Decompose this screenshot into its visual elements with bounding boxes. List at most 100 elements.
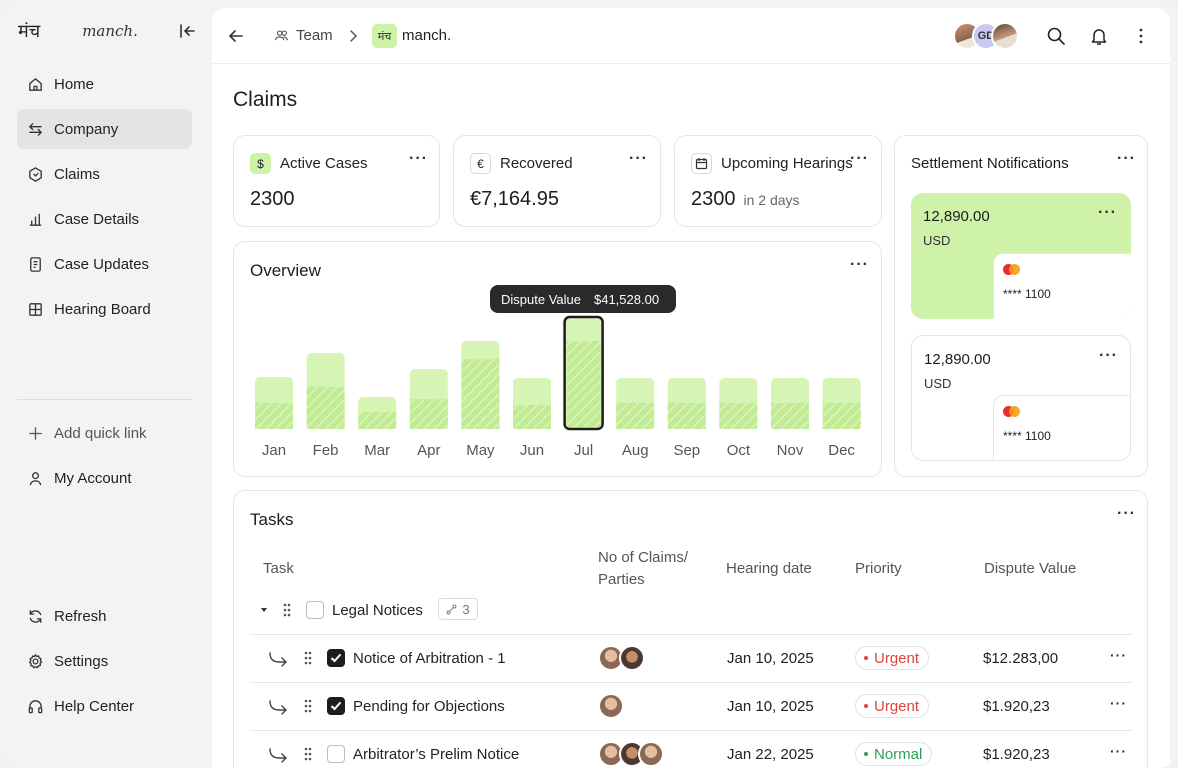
sidebar-item-help-center[interactable]: Help Center (17, 686, 192, 726)
subtask-count-badge[interactable]: 3 (438, 598, 478, 620)
top-bar: Team मंच manch. GD (212, 8, 1170, 64)
priority-badge: Normal (855, 742, 933, 766)
x-tick-label: Feb (313, 442, 339, 459)
payment-currency: USD (923, 233, 951, 248)
sidebar-item-home[interactable]: Home (17, 64, 192, 104)
avatar-group[interactable]: GD (953, 22, 1023, 50)
collapse-sidebar-icon[interactable] (178, 21, 198, 41)
bar-inner-may (461, 359, 500, 429)
payment-amount: 12,890.00 (923, 208, 990, 225)
drag-handle-icon[interactable] (303, 650, 313, 666)
row-divider (250, 634, 1132, 635)
team-icon (274, 30, 289, 41)
sidebar-item-case-details[interactable]: Case Details (17, 199, 192, 239)
subtask-arrow-icon (269, 652, 287, 667)
more-icon[interactable]: ··· (1098, 205, 1117, 221)
stat-card-upcoming-hearings: Upcoming Hearings ··· 2300 in 2 days (674, 135, 882, 227)
mastercard-icon (1003, 264, 1021, 276)
avatar (619, 645, 645, 671)
column-header-claims[interactable]: No of Claims/ Parties (598, 547, 708, 591)
bar-inner-oct (719, 403, 758, 429)
x-tick-label: Jun (520, 442, 544, 459)
payment-currency: USD (924, 376, 952, 391)
tasks-title: Tasks (250, 510, 294, 529)
stat-label: Active Cases (280, 155, 368, 172)
tooltip-value: $41,528.00 (593, 291, 660, 307)
settlement-notifications-card: Settlement Notifications ··· 12,890.00 U… (894, 135, 1148, 477)
column-header-hearing-date[interactable]: Hearing date (726, 558, 812, 580)
more-vertical-icon[interactable] (1131, 26, 1151, 46)
payment-card[interactable]: 12,890.00 USD ··· **** 1100 (911, 193, 1131, 319)
task-checkbox[interactable] (327, 649, 345, 667)
stat-value: €7,164.95 (470, 188, 559, 210)
x-tick-label: Jan (262, 442, 286, 459)
sidebar-item-refresh[interactable]: Refresh (17, 596, 192, 636)
card-number: **** 1100 (1003, 429, 1051, 443)
bar-chart-icon (29, 213, 42, 226)
bar-inner-dec (822, 403, 861, 429)
payment-card[interactable]: 12,890.00 USD ··· **** 1100 (911, 335, 1131, 461)
task-checkbox[interactable] (327, 745, 345, 763)
user-icon (29, 471, 42, 485)
column-header-priority[interactable]: Priority (855, 558, 902, 580)
group-checkbox[interactable] (306, 601, 324, 619)
more-icon[interactable]: ··· (1117, 506, 1136, 522)
hearing-date: Jan 10, 2025 (727, 650, 814, 667)
priority-badge: Urgent (855, 694, 930, 718)
search-icon[interactable] (1046, 26, 1066, 46)
sidebar-item-claims[interactable]: Claims (17, 154, 192, 194)
row-divider (250, 682, 1132, 683)
bell-icon[interactable] (1089, 26, 1109, 46)
row-more-icon[interactable]: ··· (1110, 647, 1127, 663)
bar-inner-nov (771, 403, 809, 429)
mastercard-icon (1003, 406, 1021, 418)
more-icon[interactable]: ··· (1117, 151, 1136, 167)
row-more-icon[interactable]: ··· (1110, 743, 1127, 759)
breadcrumb-team[interactable]: Team (274, 27, 333, 44)
settlement-title: Settlement Notifications (911, 155, 1069, 172)
more-icon[interactable]: ··· (850, 151, 869, 167)
drag-handle-icon[interactable] (303, 746, 313, 762)
breadcrumb-company[interactable]: manch. (402, 27, 451, 44)
more-icon[interactable]: ··· (1099, 348, 1118, 364)
x-tick-label: Aug (622, 442, 649, 459)
sidebar-item-label: Help Center (54, 697, 135, 715)
back-arrow-icon[interactable] (226, 26, 246, 46)
stat-value: 2300 (250, 188, 295, 210)
sidebar-item-label: Hearing Board (54, 300, 151, 318)
sidebar-item-my-account[interactable]: My Account (17, 458, 192, 498)
bar-inner-apr (409, 399, 448, 429)
priority-label: Normal (874, 745, 923, 763)
chevron-right-icon (350, 30, 358, 42)
sidebar-item-label: Case Details (54, 210, 140, 228)
document-icon (30, 256, 41, 272)
sidebar-item-hearing-board[interactable]: Hearing Board (17, 289, 192, 329)
more-icon[interactable]: ··· (629, 151, 648, 167)
drag-handle-icon[interactable] (282, 602, 292, 618)
column-header-task[interactable]: Task (263, 558, 294, 580)
row-more-icon[interactable]: ··· (1110, 695, 1127, 711)
task-checkbox[interactable] (327, 697, 345, 715)
bar-inner-feb (306, 387, 345, 429)
subtask-arrow-icon (269, 748, 287, 763)
more-icon[interactable]: ··· (409, 151, 428, 167)
x-tick-label: Dec (828, 442, 855, 459)
column-header-dispute-value[interactable]: Dispute Value (984, 558, 1076, 580)
sidebar-item-label: Case Updates (54, 255, 150, 273)
main-content: Team मंच manch. GD Claims $ Active Cases… (212, 8, 1170, 768)
add-quick-link-button[interactable]: Add quick link (17, 413, 192, 453)
more-icon[interactable]: ··· (850, 257, 869, 273)
task-name: Arbitrator’s Prelim Notice (353, 746, 520, 763)
subtask-arrow-icon (269, 700, 287, 715)
tooltip-label: Dispute Value (501, 291, 581, 307)
sidebar-item-settings[interactable]: Settings (17, 641, 192, 681)
drag-handle-icon[interactable] (303, 698, 313, 714)
payment-amount: 12,890.00 (924, 351, 991, 368)
caret-down-icon[interactable] (259, 605, 269, 615)
logo-mark: मंच (18, 21, 41, 42)
sidebar: मंच manch. Home Company Claims Case Deta… (0, 0, 210, 768)
sidebar-item-company[interactable]: Company (17, 109, 192, 149)
sidebar-item-case-updates[interactable]: Case Updates (17, 244, 192, 284)
headphones-icon (28, 699, 43, 713)
stat-value-number: 2300 (691, 188, 736, 210)
